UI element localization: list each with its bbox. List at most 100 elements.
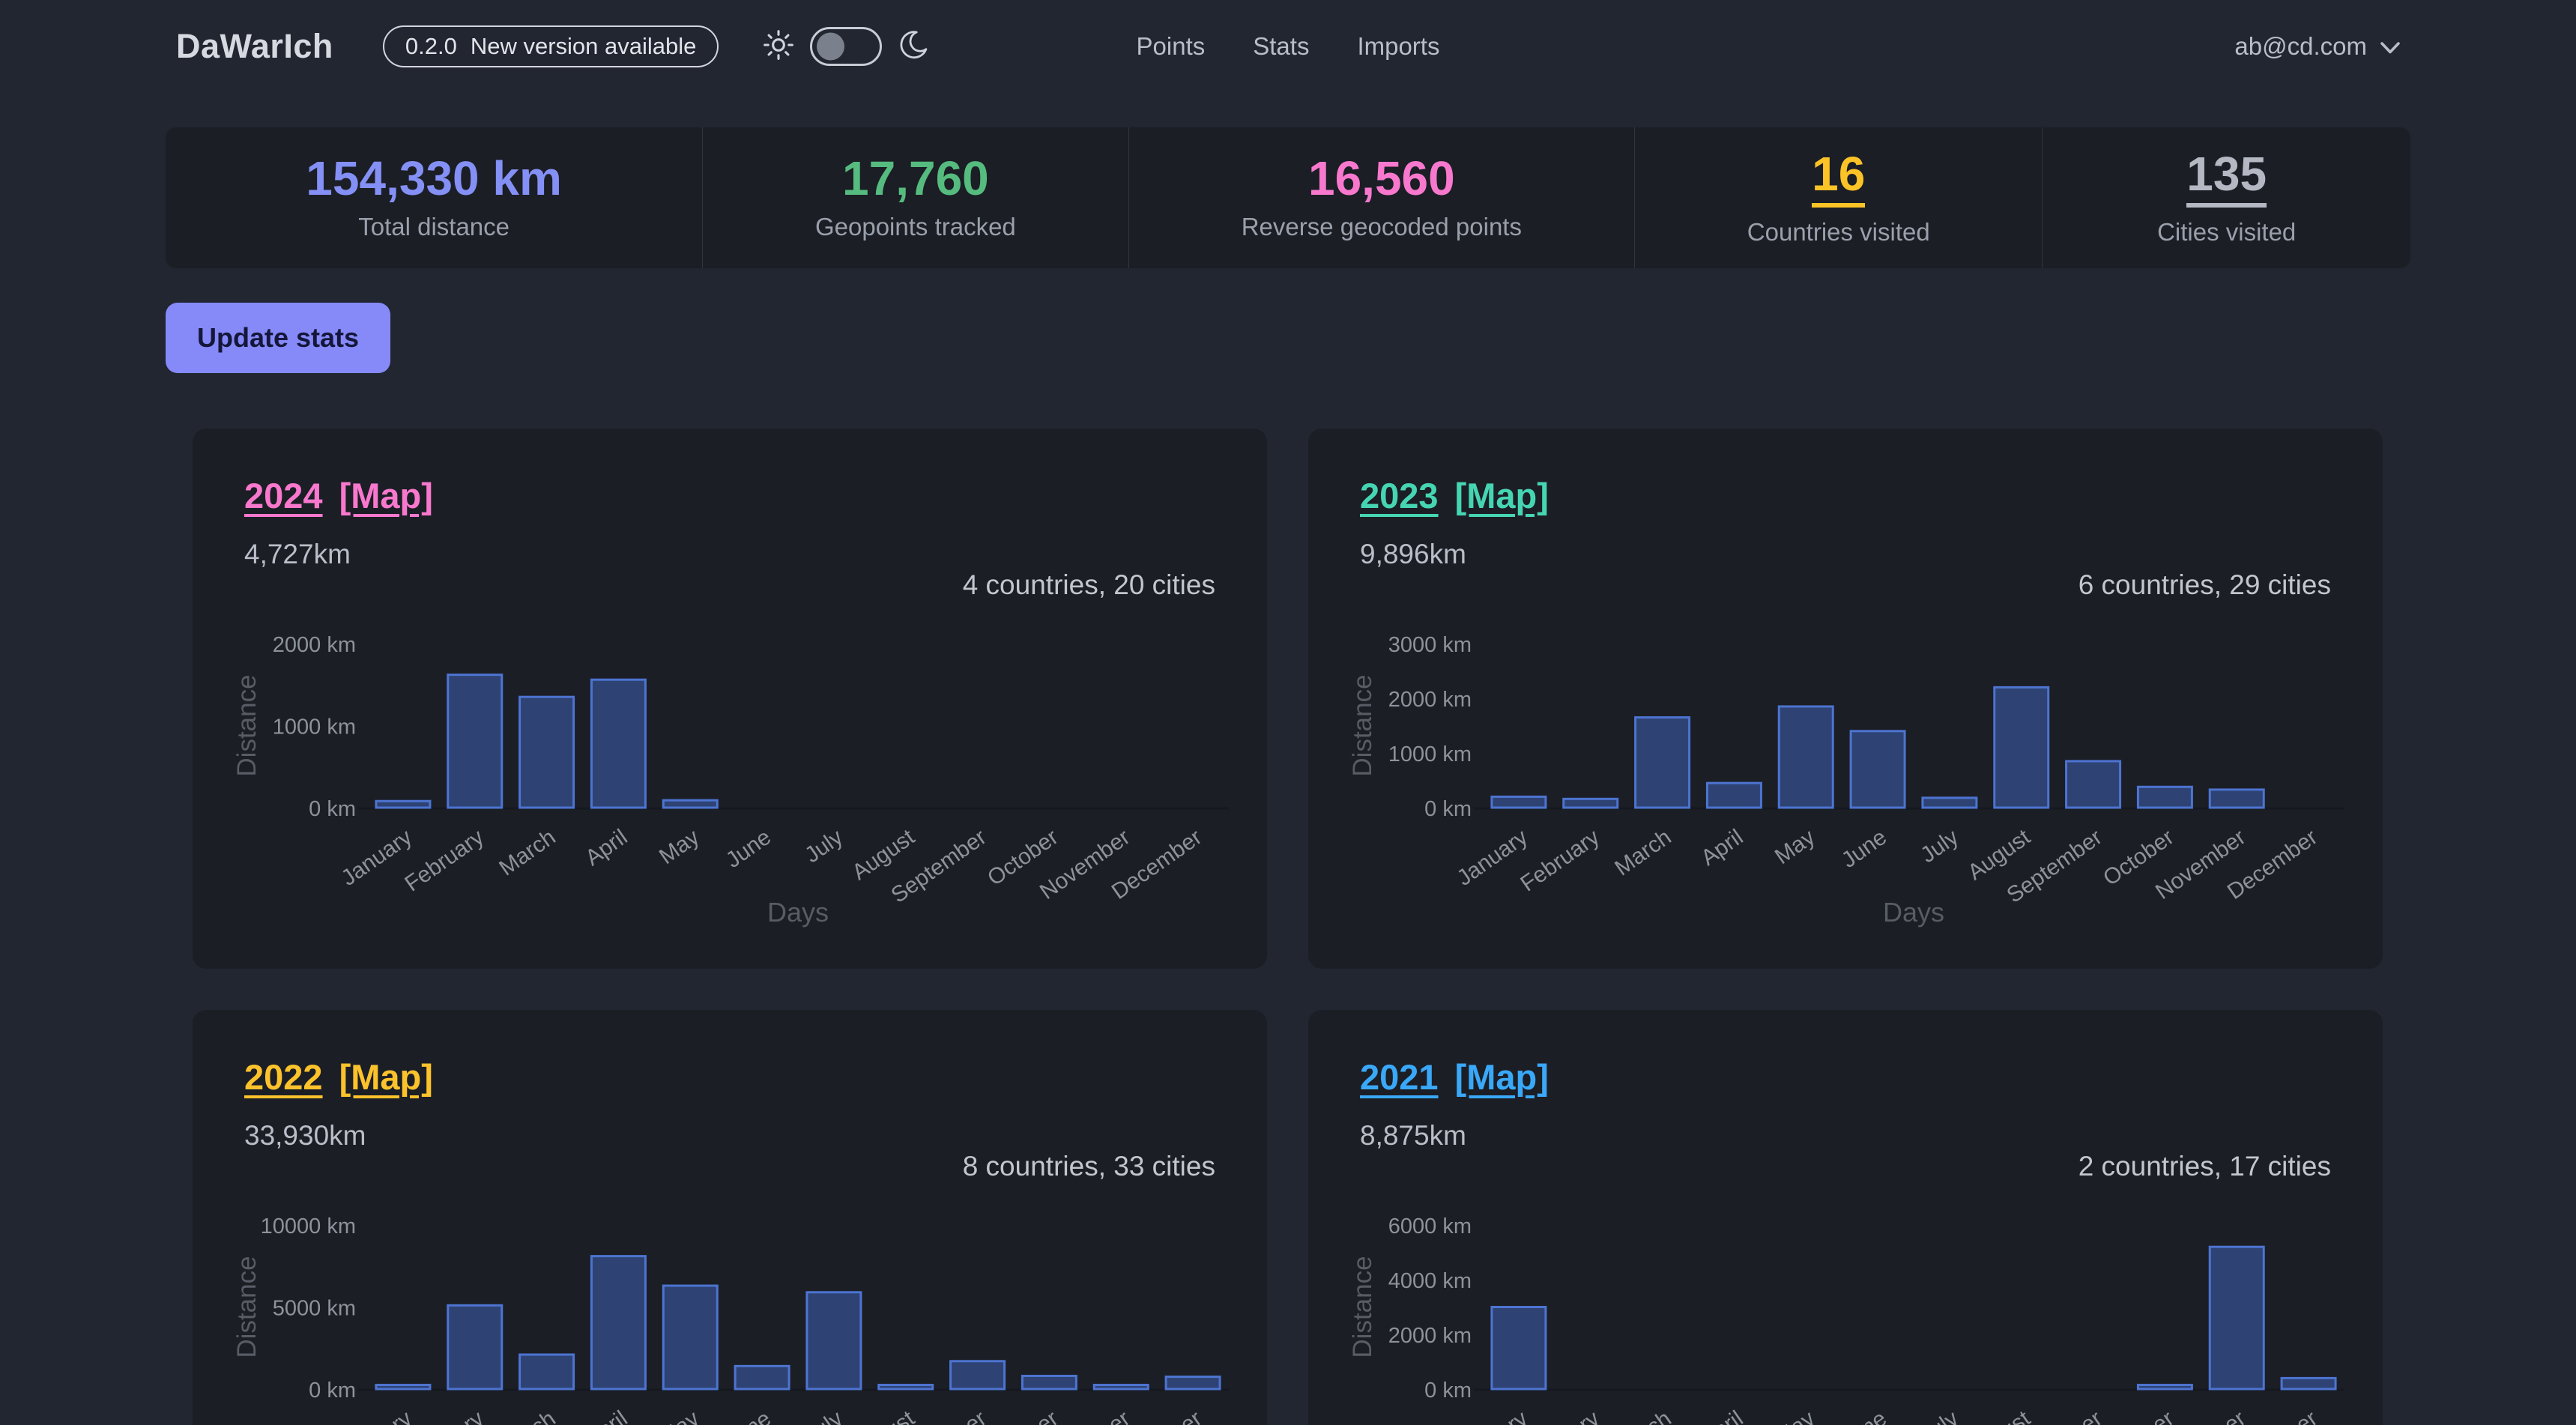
stat-label: Total distance	[358, 213, 510, 241]
year-distance: 8,875km	[1360, 1120, 2331, 1152]
stat-label: Cities visited	[2157, 218, 2296, 246]
y-tick-label: 3000 km	[1388, 633, 1472, 657]
main-nav: Points Stats Imports	[1137, 32, 1440, 61]
bar	[1851, 731, 1905, 808]
x-tick-label: June	[722, 825, 775, 873]
y-tick-label: 2000 km	[1388, 688, 1472, 712]
theme-toggle[interactable]	[810, 27, 882, 66]
x-tick-label: June	[722, 1406, 775, 1425]
x-tick-label: March	[1610, 1406, 1675, 1425]
stat-reverse-geocoded: 16,560 Reverse geocoded points	[1128, 127, 1635, 268]
stat-cities: 135 Cities visited	[2042, 127, 2410, 268]
sun-icon	[762, 28, 795, 65]
bar	[520, 697, 574, 808]
x-tick-label: March	[1610, 825, 1675, 881]
x-tick-label: July	[800, 825, 847, 868]
x-tick-label: October	[2099, 1406, 2178, 1425]
countries-visited-link[interactable]: 16	[1812, 150, 1865, 208]
year-link[interactable]: 2023	[1360, 475, 1439, 516]
version-number: 0.2.0	[405, 33, 457, 60]
year-summary: 6 countries, 29 cities	[2078, 569, 2331, 601]
x-axis-title: Days	[1883, 897, 1944, 928]
map-link[interactable]: [Map]	[1455, 1056, 1549, 1098]
year-summary: 4 countries, 20 cities	[963, 569, 1215, 601]
x-tick-label: October	[983, 1406, 1062, 1425]
nav-item-imports[interactable]: Imports	[1357, 32, 1439, 61]
bar-chart-svg: 6000 km4000 km2000 km0 kmDistanceJanuary…	[1308, 1197, 2383, 1425]
bar	[735, 1366, 789, 1389]
toggle-knob	[817, 33, 844, 61]
stat-label: Reverse geocoded points	[1242, 213, 1522, 241]
x-tick-label: May	[1771, 825, 1819, 870]
chevron-down-icon	[2380, 32, 2400, 61]
map-link[interactable]: [Map]	[339, 475, 433, 516]
bar-chart-svg: 2000 km1000 km0 kmDistanceJanuaryFebruar…	[193, 616, 1267, 968]
y-tick-label: 2000 km	[273, 633, 356, 657]
year-bar-chart: 6000 km4000 km2000 km0 kmDistanceJanuary…	[1308, 1197, 2383, 1425]
stat-label: Geopoints tracked	[815, 213, 1016, 241]
y-tick-label: 0 km	[1424, 1379, 1472, 1403]
y-tick-label: 1000 km	[273, 715, 356, 739]
bar	[2138, 787, 2192, 808]
bar	[663, 800, 717, 808]
year-link[interactable]: 2021	[1360, 1056, 1439, 1098]
nav-item-stats[interactable]: Stats	[1253, 32, 1309, 61]
stat-value: 154,330 km	[306, 154, 562, 202]
year-link[interactable]: 2022	[244, 1056, 323, 1098]
bar	[1094, 1385, 1148, 1389]
bar	[879, 1385, 933, 1389]
map-link[interactable]: [Map]	[1455, 475, 1549, 516]
bar	[448, 1305, 502, 1389]
stat-geopoints: 17,760 Geopoints tracked	[702, 127, 1128, 268]
x-tick-label: January	[1453, 1406, 1532, 1425]
y-tick-label: 0 km	[1424, 797, 1472, 821]
bar	[1492, 796, 1546, 808]
bar	[1022, 1376, 1076, 1389]
nav-item-points[interactable]: Points	[1137, 32, 1206, 61]
update-stats-button[interactable]: Update stats	[166, 303, 390, 373]
y-axis-title: Distance	[232, 674, 261, 776]
year-summary: 8 countries, 33 cities	[963, 1151, 1215, 1182]
bar	[376, 1385, 430, 1389]
year-bar-chart: 3000 km2000 km1000 km0 kmDistanceJanuary…	[1308, 616, 2383, 968]
x-tick-label: April	[1696, 1406, 1747, 1425]
map-link[interactable]: [Map]	[339, 1056, 433, 1098]
year-distance: 33,930km	[244, 1120, 1215, 1152]
x-tick-label: April	[1696, 825, 1747, 871]
bar	[1636, 718, 1690, 808]
bar	[1779, 707, 1833, 808]
bar-chart-svg: 10000 km5000 km0 kmDistanceJanuaryFebrua…	[193, 1197, 1267, 1425]
version-badge[interactable]: 0.2.0 New version available	[383, 25, 719, 67]
card-title: 2024 [Map]	[244, 475, 1215, 516]
y-tick-label: 4000 km	[1388, 1269, 1472, 1293]
app-logo[interactable]: DaWarIch	[176, 27, 333, 66]
year-distance: 9,896km	[1360, 539, 2331, 570]
bar	[1492, 1307, 1546, 1390]
x-tick-label: April	[581, 825, 632, 871]
y-axis-title: Distance	[1348, 674, 1377, 776]
bar	[376, 801, 430, 808]
bar	[1995, 687, 2049, 808]
y-tick-label: 6000 km	[1388, 1214, 1472, 1238]
year-cards-grid: 2024 [Map] 4,727km 4 countries, 20 citie…	[166, 429, 2410, 1425]
y-tick-label: 10000 km	[261, 1214, 356, 1238]
cities-visited-link[interactable]: 135	[2186, 150, 2267, 208]
stat-value: 16,560	[1308, 154, 1455, 202]
moon-icon	[897, 29, 928, 64]
bar	[591, 680, 645, 808]
bar	[663, 1286, 717, 1389]
stat-label: Countries visited	[1747, 218, 1930, 246]
y-tick-label: 5000 km	[273, 1297, 356, 1321]
year-link[interactable]: 2024	[244, 475, 323, 516]
bar	[448, 675, 502, 808]
x-axis-title: Days	[767, 897, 829, 928]
user-menu[interactable]: ab@cd.com	[2234, 32, 2400, 61]
y-tick-label: 0 km	[309, 1379, 356, 1403]
x-tick-label: May	[655, 1406, 704, 1425]
year-card-2024: 2024 [Map] 4,727km 4 countries, 20 citie…	[193, 429, 1267, 969]
bar	[2282, 1378, 2335, 1389]
x-tick-label: March	[495, 1406, 560, 1425]
bar	[2210, 1247, 2264, 1389]
x-tick-label: February	[1517, 1406, 1604, 1425]
bar	[2138, 1385, 2192, 1389]
